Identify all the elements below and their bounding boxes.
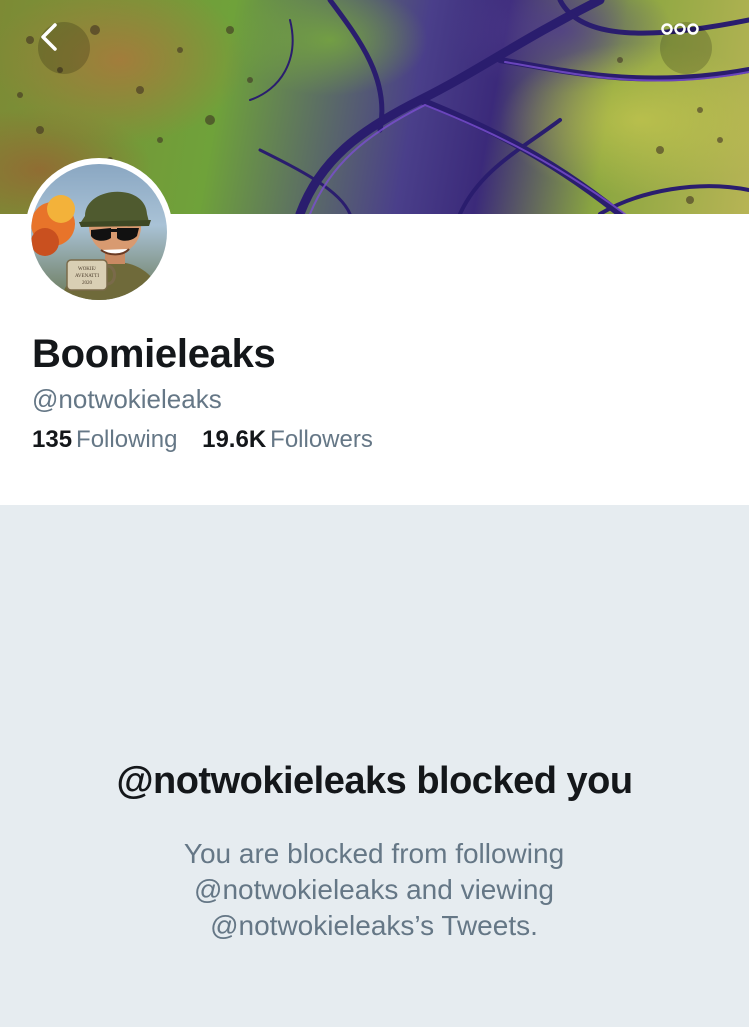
followers-count: 19.6K xyxy=(202,426,267,453)
profile-display-name: Boomieleaks xyxy=(32,332,276,376)
following-stat[interactable]: 135 Following xyxy=(32,426,177,454)
profile-avatar[interactable]: WOKIE/ AVENATTI 2020 xyxy=(25,158,173,306)
followers-label: Followers xyxy=(270,426,373,453)
blocked-title: @notwokieleaks blocked you xyxy=(116,760,633,802)
following-label: Following xyxy=(76,426,178,453)
svg-text:WOKIE/: WOKIE/ xyxy=(78,267,97,272)
svg-text:2020: 2020 xyxy=(82,281,93,286)
avatar-image: WOKIE/ AVENATTI 2020 xyxy=(31,164,167,300)
soldier-with-mug-illustration: WOKIE/ AVENATTI 2020 xyxy=(31,191,163,300)
more-options-button[interactable] xyxy=(660,22,712,74)
svg-text:AVENATTI: AVENATTI xyxy=(75,274,99,279)
profile-stats: 135 Following 19.6K Followers xyxy=(32,426,391,454)
followers-stat[interactable]: 19.6K Followers xyxy=(202,426,373,454)
profile-handle: @notwokieleaks xyxy=(32,384,222,414)
blocked-message: You are blocked from following @notwokie… xyxy=(183,838,565,941)
more-horizontal-icon xyxy=(661,23,699,35)
following-count: 135 xyxy=(32,426,73,453)
back-button[interactable] xyxy=(38,22,90,74)
chevron-left-icon xyxy=(41,23,57,51)
